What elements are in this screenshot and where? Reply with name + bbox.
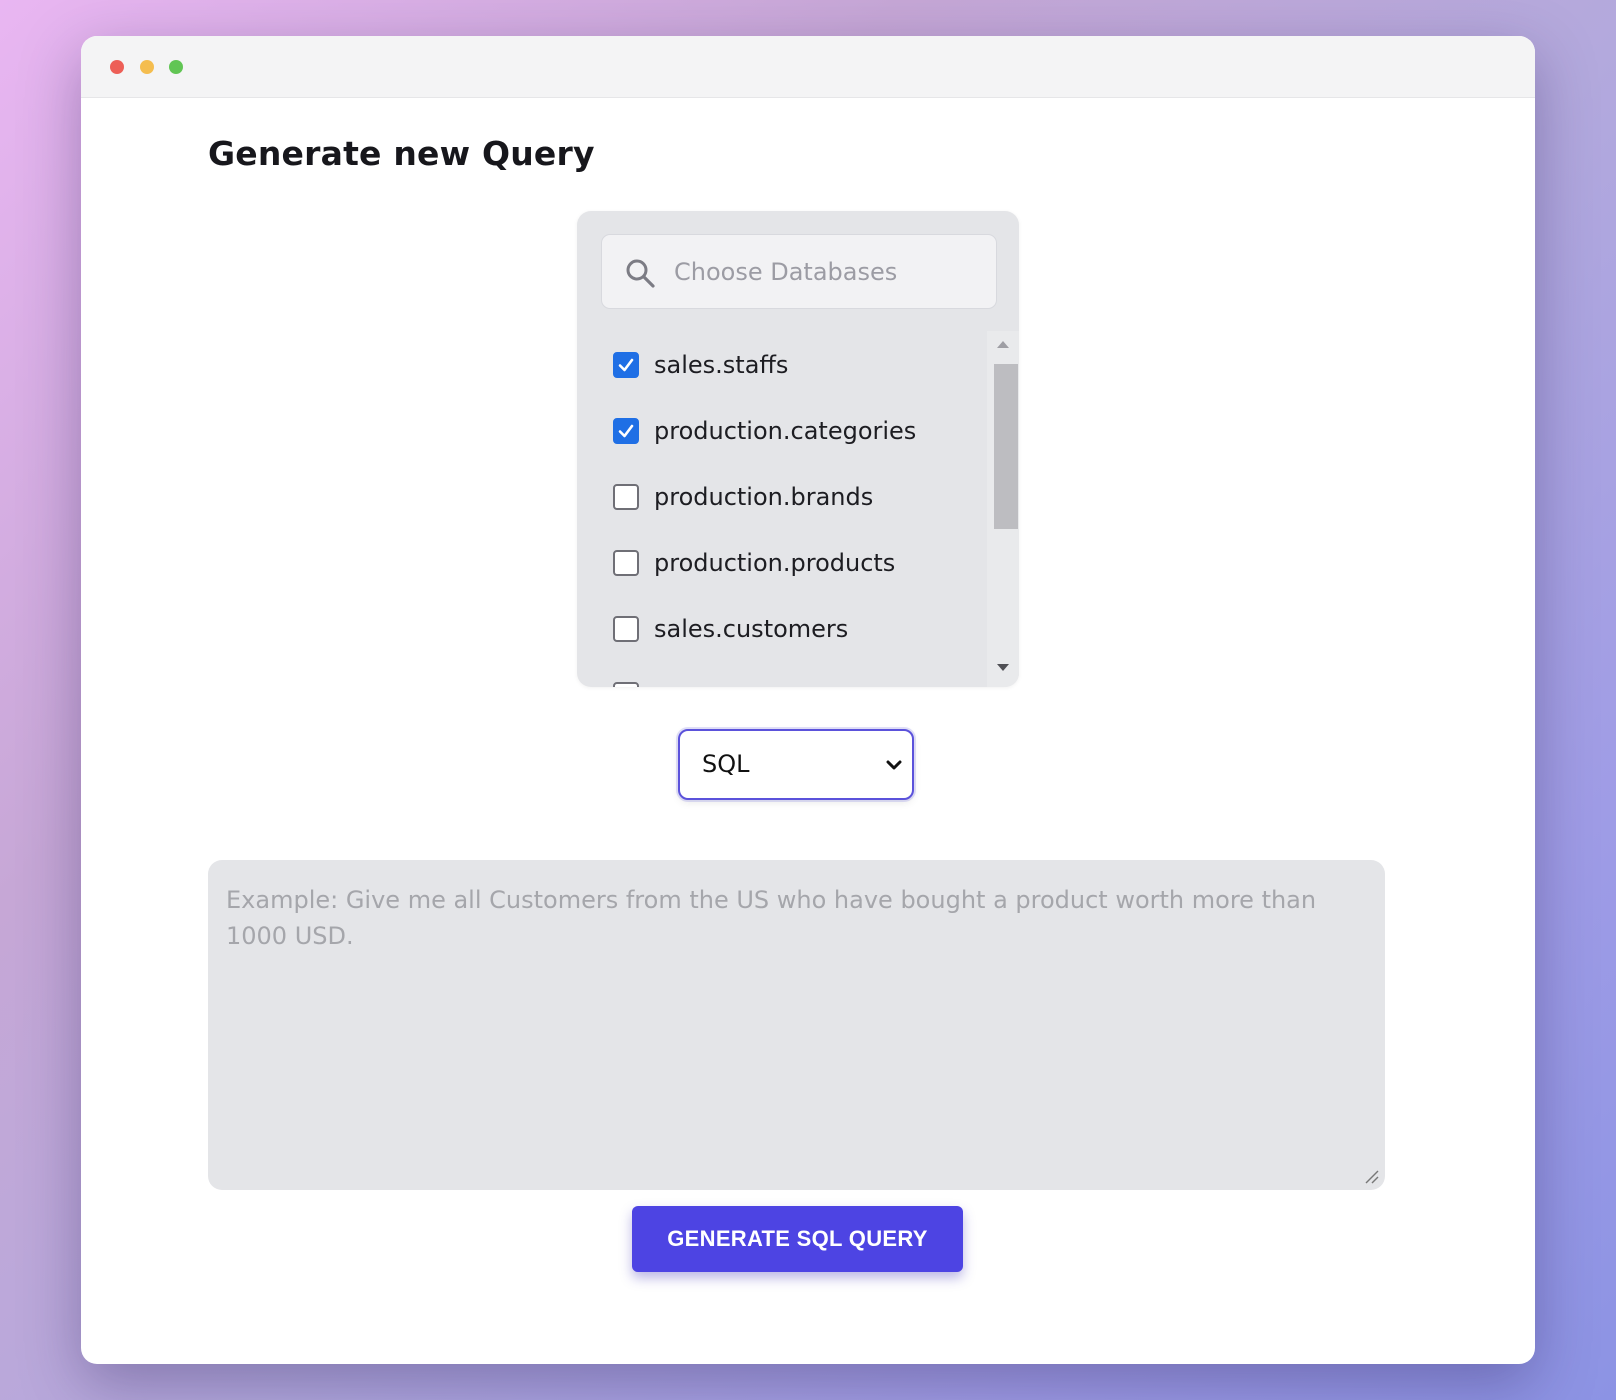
database-item-label: sales.staffs [654,351,789,379]
window-close-button[interactable] [110,60,124,74]
database-item-production-products[interactable]: production.products [613,543,895,583]
page-title: Generate new Query [208,134,595,173]
database-checkbox[interactable] [613,682,639,687]
query-language-value: SQL [702,750,750,778]
database-item-label: production.products [654,549,896,577]
database-item-label: production.brands [654,483,874,511]
database-item-partial[interactable] [613,675,639,687]
prompt-textarea[interactable] [208,860,1385,1190]
database-search-box[interactable] [601,234,997,309]
window-minimize-button[interactable] [140,60,154,74]
database-list-scrollbar[interactable] [987,331,1019,687]
database-checkbox[interactable] [613,550,639,576]
database-list: sales.staffs production.categories produ… [577,331,987,687]
checkmark-icon [618,424,634,438]
search-icon [626,259,655,288]
window-titlebar [81,36,1535,98]
database-item-label: sales.customers [654,615,849,643]
database-item-label: production.categories [654,417,917,445]
checkmark-icon [618,358,634,372]
chevron-down-icon [886,760,902,770]
database-item-sales-customers[interactable]: sales.customers [613,609,848,649]
database-checkbox[interactable] [613,484,639,510]
database-picker: sales.staffs production.categories produ… [577,211,1019,687]
generate-query-button[interactable]: GENERATE SQL QUERY [632,1206,963,1272]
database-item-production-brands[interactable]: production.brands [613,477,873,517]
database-search-input[interactable] [674,235,984,308]
app-window: Generate new Query sales.staffs [81,36,1535,1364]
database-checkbox[interactable] [613,616,639,642]
prompt-box [208,860,1385,1190]
query-language-select[interactable]: SQL [678,729,914,800]
window-zoom-button[interactable] [169,60,183,74]
scroll-thumb[interactable] [994,364,1018,529]
database-item-production-categories[interactable]: production.categories [613,411,916,451]
scroll-down-icon[interactable] [997,664,1009,671]
database-checkbox[interactable] [613,418,639,444]
database-item-sales-staffs[interactable]: sales.staffs [613,345,788,385]
database-checkbox[interactable] [613,352,639,378]
resize-handle-icon[interactable] [1363,1168,1379,1184]
scroll-up-icon[interactable] [997,341,1009,348]
